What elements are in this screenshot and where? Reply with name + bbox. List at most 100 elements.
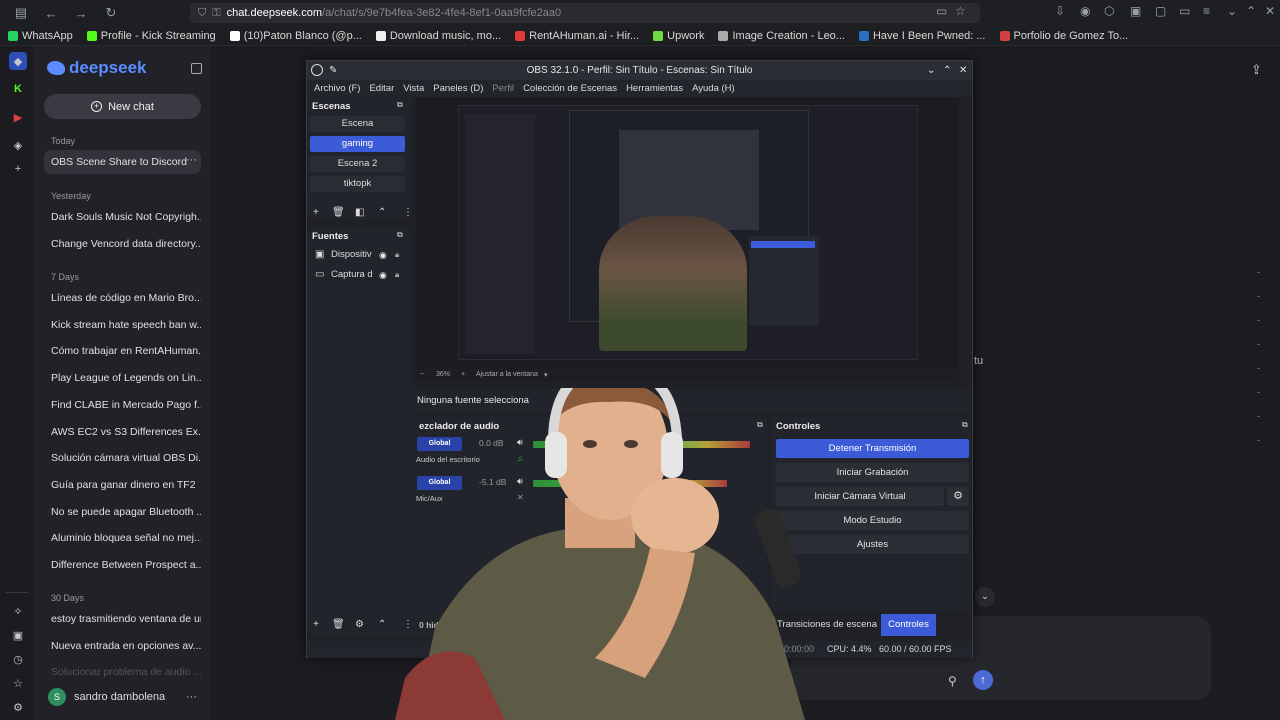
remove-scene-icon[interactable]: 🗑 — [332, 207, 345, 218]
sidebar-icon[interactable]: ▭ — [1179, 4, 1190, 18]
extension-badge-icon[interactable]: ▣ — [1130, 4, 1141, 18]
zoom-in-icon[interactable]: + — [461, 371, 465, 378]
scene-item[interactable]: Escena — [310, 116, 405, 132]
scene-filter-icon[interactable]: ◧ — [355, 207, 364, 218]
virtual-camera-settings-icon[interactable]: ⚙ — [947, 487, 969, 506]
bookmark-star-icon[interactable]: ☆ — [955, 4, 966, 18]
scene-item[interactable]: gaming — [310, 136, 405, 152]
obs-menu-item[interactable]: Vista — [403, 83, 424, 94]
screenshot-icon[interactable]: ▣ — [9, 626, 27, 644]
send-button[interactable]: ↑ — [973, 670, 993, 690]
chat-history-item[interactable]: Play League of Legends on Lin... — [51, 372, 201, 384]
bookmark-item[interactable]: Image Creation - Leo... — [718, 30, 845, 42]
chat-history-item[interactable]: estoy trasmitiendo ventana de un — [51, 613, 201, 625]
forward-icon[interactable]: → — [72, 4, 90, 22]
chevron-down-icon[interactable]: ▾ — [544, 371, 548, 379]
sidebar-toggle-icon[interactable] — [191, 63, 202, 74]
more-icon[interactable]: ⋮ — [403, 207, 413, 218]
pin-icon[interactable]: ✎ — [329, 61, 337, 80]
app-menu-icon[interactable]: ▤ — [12, 4, 30, 22]
bookmark-icon[interactable]: ☆ — [9, 674, 27, 692]
chat-history-item[interactable]: Change Vencord data directory... — [51, 238, 201, 250]
tab-controls[interactable]: Controles — [881, 614, 936, 636]
source-item[interactable]: ▣ Dispositiv ◉ 🔒︎ — [311, 247, 406, 263]
obs-menu-item[interactable]: Perfil — [492, 83, 514, 94]
close-icon[interactable]: ✕ — [1265, 4, 1275, 18]
lock-icon[interactable]: 🔒︎ — [395, 267, 399, 283]
chat-history-item[interactable]: Kick stream hate speech ban w... — [51, 319, 201, 331]
bookmark-item[interactable]: (10)Paton Blanco (@p... — [229, 30, 362, 42]
obs-menu-item[interactable]: Editar — [369, 83, 394, 94]
deepseek-logo[interactable]: deepseek — [47, 58, 147, 78]
new-chat-button[interactable]: + New chat — [44, 94, 201, 119]
dock-float-icon[interactable]: ⧉ — [397, 230, 403, 240]
user-profile[interactable]: Ssandro dambolena — [48, 688, 165, 706]
deepseek-tab-icon[interactable]: ◆ — [9, 52, 27, 70]
close-window-icon[interactable]: ✕ — [959, 61, 967, 80]
visibility-eye-icon[interactable]: ◉ — [379, 267, 387, 283]
scroll-down-icon[interactable]: ⌄ — [975, 587, 995, 607]
dock-float-icon[interactable]: ⧉ — [962, 420, 968, 430]
zoom-out-icon[interactable]: − — [420, 371, 424, 378]
extensions-icon[interactable]: ⬡ — [1104, 4, 1114, 18]
add-scene-icon[interactable]: + — [313, 207, 319, 218]
tag-icon[interactable]: ◈ — [9, 136, 27, 154]
move-up-icon[interactable]: ⌃ — [378, 619, 386, 630]
account-icon[interactable]: ◉ — [1080, 4, 1090, 18]
source-item[interactable]: ▭ Captura d ◉ 🔒︎ — [311, 267, 406, 283]
preview-canvas[interactable] — [416, 97, 959, 369]
container-icon[interactable]: ▢ — [1155, 4, 1166, 18]
minimize-window-icon[interactable]: ⌄ — [927, 61, 935, 80]
bookmark-item[interactable]: Profile - Kick Streaming — [86, 30, 216, 42]
scene-item[interactable]: Escena 2 — [310, 156, 405, 172]
youtube-icon[interactable]: ▶ — [9, 108, 27, 126]
move-up-icon[interactable]: ⌃ — [378, 207, 386, 218]
chat-history-item[interactable]: AWS EC2 vs S3 Differences Ex... — [51, 426, 201, 438]
reload-icon[interactable]: ↻ — [102, 4, 120, 22]
chat-history-item[interactable]: Aluminio bloquea señal no mej... — [51, 532, 201, 544]
share-icon[interactable]: ⇪ — [1251, 62, 1262, 78]
remove-source-icon[interactable]: 🗑 — [332, 619, 345, 630]
obs-menu-item[interactable]: Colección de Escenas — [523, 83, 617, 94]
chat-history-item[interactable]: Solución cámara virtual OBS Di... — [51, 452, 201, 464]
bookmark-item[interactable]: WhatsApp — [8, 30, 73, 42]
obs-menu-item[interactable]: Herramientas — [626, 83, 683, 94]
url-bar[interactable]: ⛉ ⚿ chat.deepseek.com/a/chat/s/9e7b4fea-… — [190, 3, 980, 23]
lock-icon[interactable]: 🔒︎ — [395, 247, 399, 263]
fit-window-select[interactable]: Ajustar a la ventana — [476, 371, 538, 378]
bookmark-item[interactable]: Upwork — [653, 30, 704, 42]
chat-history-item[interactable]: Nueva entrada en opciones av... — [51, 640, 201, 652]
maximize-window-icon[interactable]: ⌃ — [943, 61, 951, 80]
add-source-icon[interactable]: + — [313, 619, 319, 630]
chat-history-item[interactable]: Cómo trabajar en RentAHuman... — [51, 345, 201, 357]
chat-history-item[interactable]: Solucionar problema de audio ... — [51, 666, 201, 678]
chat-history-item[interactable]: Líneas de código en Mario Bro... — [51, 292, 201, 304]
kick-icon[interactable]: K — [9, 80, 27, 98]
maximize-icon[interactable]: ⌃ — [1246, 4, 1256, 18]
chat-history-item[interactable]: Difference Between Prospect a... — [51, 559, 201, 571]
ai-icon[interactable]: ✧ — [9, 602, 27, 620]
bookmark-item[interactable]: Download music, mo... — [375, 30, 501, 42]
minimize-icon[interactable]: ⌄ — [1227, 4, 1237, 18]
reader-icon[interactable]: ▭ — [936, 4, 947, 18]
visibility-eye-icon[interactable]: ◉ — [379, 247, 387, 263]
add-tab-icon[interactable]: + — [9, 160, 27, 178]
history-icon[interactable]: ◷ — [9, 650, 27, 668]
back-icon[interactable]: ← — [42, 4, 60, 22]
chat-history-item[interactable]: Guía para ganar dinero en TF2 — [51, 479, 201, 491]
source-settings-icon[interactable]: ⚙ — [355, 619, 364, 630]
chat-history-item[interactable]: OBS Scene Share to Discord — [51, 156, 201, 168]
chat-history-item[interactable]: Dark Souls Music Not Copyrigh... — [51, 211, 201, 223]
attach-icon[interactable]: ⚲ — [948, 674, 957, 688]
bookmark-item[interactable]: Have I Been Pwned: ... — [858, 30, 986, 42]
obs-menu-item[interactable]: Paneles (D) — [433, 83, 483, 94]
download-icon[interactable]: ⇩ — [1055, 4, 1065, 18]
user-menu-icon[interactable]: ··· — [186, 691, 197, 703]
scene-item[interactable]: tiktopk — [310, 176, 405, 192]
bookmark-item[interactable]: Porfolio de Gomez To... — [999, 30, 1128, 42]
dock-float-icon[interactable]: ⧉ — [397, 100, 403, 110]
chat-history-item[interactable]: No se puede apagar Bluetooth ... — [51, 506, 201, 518]
obs-menu-item[interactable]: Ayuda (H) — [692, 83, 735, 94]
bookmark-item[interactable]: RentAHuman.ai - Hir... — [515, 30, 639, 42]
settings-icon[interactable]: ⚙ — [9, 698, 27, 716]
